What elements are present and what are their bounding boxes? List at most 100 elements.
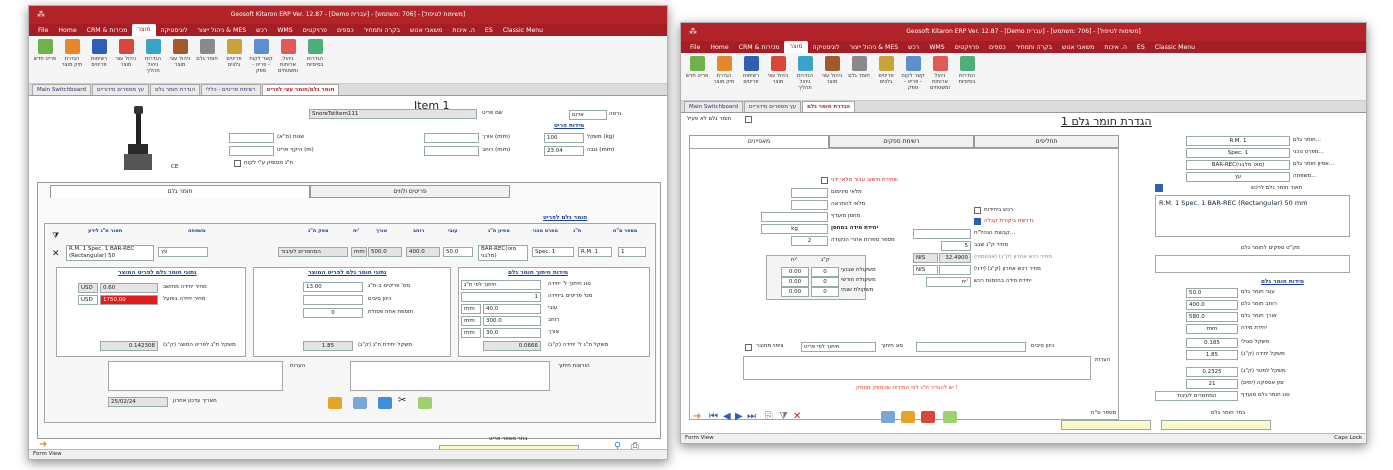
manual-price-currency[interactable]: NIS — [913, 265, 938, 275]
ribbon-tab-0[interactable]: File — [685, 44, 705, 51]
ribbon-tab-6[interactable]: רכש — [251, 27, 272, 34]
doc-tab-4[interactable]: חומר גלם/חומר עצי לפריט — [261, 84, 340, 95]
nav-first-icon[interactable]: ⏮ — [709, 411, 718, 422]
ribbon-button-4[interactable]: הגדרות ניהול תהליך — [141, 39, 165, 80]
ribbon-button-9[interactable]: ניהול ארוחות ומשטחים — [928, 56, 952, 97]
order-unit-select[interactable]: יח' — [926, 277, 971, 287]
row-family[interactable]: עץ — [158, 247, 208, 257]
delete-icon[interactable]: ✕ — [793, 411, 801, 422]
group-field[interactable]: אדום — [569, 110, 607, 120]
weight-field[interactable]: 100 — [544, 133, 584, 143]
ribbon-tab-4[interactable]: לוגיסטיקה — [808, 44, 845, 51]
ribbon-tab-3[interactable]: מוצר — [784, 41, 808, 53]
ribbon-tab-14[interactable]: Classic Menu — [1150, 44, 1200, 51]
decimals-field[interactable]: 2 — [791, 236, 828, 246]
consumption-unit[interactable]: 0.00 — [781, 277, 809, 287]
row-thick[interactable]: 50.0 — [443, 247, 473, 257]
tab-suppliers[interactable]: רשימת ספקים — [829, 135, 974, 148]
ribbon-button-6[interactable]: חומר גלם — [195, 39, 219, 80]
min-stock-field[interactable] — [791, 188, 828, 198]
char-field[interactable]: BAR-REC(מוט מלבני) — [1186, 160, 1290, 170]
rm-unit-field[interactable]: mm — [1186, 324, 1238, 334]
cut-notes-field[interactable] — [350, 361, 550, 391]
ribbon-button-3[interactable]: ניהול עצי מוצר — [114, 39, 138, 80]
ribbon-button-7[interactable]: פריטים גלווים — [874, 56, 898, 97]
manual-stock-checkbox[interactable] — [821, 177, 828, 184]
coating-checkbox[interactable] — [745, 344, 752, 351]
ribbon-tab-12[interactable]: ה. איכות — [1099, 44, 1132, 51]
grain-field[interactable] — [916, 342, 1026, 352]
notes-field[interactable] — [743, 356, 1091, 380]
spec-field[interactable]: Spec. 1 — [1186, 148, 1290, 158]
ribbon-button-1[interactable]: הגדרת תיק מוצר — [712, 56, 736, 97]
nav-prev-icon[interactable]: ◀ — [723, 411, 731, 422]
sign-icon[interactable] — [353, 397, 367, 409]
ribbon-tab-1[interactable]: Home — [53, 27, 81, 34]
ribbon-tab-12[interactable]: ה. איכות — [447, 27, 480, 34]
ribbon-button-1[interactable]: הגדרת תיק מוצר — [60, 39, 84, 80]
ribbon-button-7[interactable]: פריטים גלווים — [222, 39, 246, 80]
rm-field[interactable]: R.M. 1 — [1186, 136, 1290, 146]
ribbon-tab-3[interactable]: מוצר — [132, 24, 156, 36]
family-field[interactable]: עץ — [1186, 172, 1290, 182]
doc-tab-3[interactable]: רשימת פריטים - כללי — [201, 84, 261, 95]
app-menu-icon[interactable]: ⁂ — [37, 6, 45, 24]
filter-icon[interactable]: ⧩ — [52, 231, 59, 241]
po-icon[interactable] — [378, 397, 392, 409]
catalog-field[interactable] — [1155, 255, 1350, 273]
unit-weight-field[interactable]: 1.85 — [1186, 350, 1238, 360]
ribbon-tab-9[interactable]: כספים — [984, 44, 1011, 51]
row-rm[interactable]: R.M. 1 — [578, 247, 612, 257]
scissors-icon[interactable]: ✂ — [398, 395, 406, 406]
unit-qty-field[interactable] — [229, 133, 274, 143]
stat-icon[interactable] — [943, 411, 957, 423]
ribbon-tab-0[interactable]: File — [33, 27, 53, 34]
row-spec[interactable]: Spec. 1 — [532, 247, 574, 257]
ribbon-button-4[interactable]: הגדרות ניהול תהליך — [793, 56, 817, 97]
price-act-currency[interactable]: USD — [78, 295, 98, 305]
consumption-unit[interactable]: 0.00 — [781, 267, 809, 277]
ribbon-button-10[interactable]: הגדרות בסיסיות — [955, 56, 979, 97]
price-act-field[interactable]: 1750.00 — [100, 295, 158, 305]
extra-field[interactable]: 0 — [303, 308, 363, 318]
cut-type-select[interactable]: חיתוך לפי פריט — [801, 342, 876, 352]
new-record-icon[interactable]: ⎘ — [765, 411, 773, 422]
pieces-field[interactable]: 1 — [461, 292, 541, 302]
units-field[interactable]: 13.00 — [303, 282, 363, 292]
doc-tab-1[interactable]: עץ מספרים סידוריים — [743, 101, 802, 112]
doc-tab-2[interactable]: הגדרת חומר גלם — [802, 101, 856, 112]
length2-field[interactable]: 30.0 — [483, 328, 541, 338]
lead-time-field[interactable]: 21 — [1186, 379, 1238, 389]
consumption-unit[interactable]: 0.00 — [781, 287, 809, 297]
inspection-checkbox[interactable] — [974, 218, 981, 225]
ribbon-tab-13[interactable]: ES — [480, 27, 498, 34]
doc-tab-1[interactable]: עץ מספרים סידוריים — [91, 84, 150, 95]
exit-icon[interactable]: ➜ — [693, 411, 701, 422]
ribbon-button-8[interactable]: קשר לקוח - פריט - ספק — [249, 39, 273, 80]
ribbon-tab-7[interactable]: WMS — [924, 44, 949, 51]
ribbon-button-9[interactable]: ניהול ארוחות ומשטחים — [276, 39, 300, 80]
row-char[interactable]: BAR-REC(מוט מלבני) — [478, 245, 528, 261]
ribbon-tab-2[interactable]: CRM & מכירות — [82, 27, 133, 34]
inactive-checkbox[interactable] — [745, 116, 752, 123]
manual-price-field[interactable] — [939, 265, 971, 275]
width2-field[interactable]: 300.0 — [483, 316, 541, 326]
doc-tab-2[interactable]: הגדרת חומר גלם — [150, 84, 201, 95]
nav-next-icon[interactable]: ▶ — [735, 411, 743, 422]
ribbon-tab-5[interactable]: ניהול ייצור & MES — [845, 44, 904, 51]
search-field-2[interactable] — [1061, 420, 1151, 430]
search-field[interactable] — [1161, 420, 1271, 430]
nav-last-icon[interactable]: ⏭ — [747, 411, 756, 422]
ribbon-tab-8[interactable]: פרויקטים — [950, 44, 984, 51]
ribbon-button-8[interactable]: קשר לקוח - פריט - ספק — [901, 56, 925, 97]
accounting-field[interactable] — [913, 229, 971, 239]
app-menu-icon[interactable]: ⁂ — [689, 23, 697, 41]
tab-items[interactable]: פריטים ולווים — [310, 185, 510, 198]
ribbon-tab-13[interactable]: ES — [1132, 44, 1150, 51]
ribbon-tab-11[interactable]: משאבי אנוש — [405, 27, 447, 34]
consumption-kg[interactable]: 0 — [811, 277, 839, 287]
length-field[interactable] — [424, 133, 479, 143]
ribbon-tab-1[interactable]: Home — [705, 44, 733, 51]
ribbon-button-3[interactable]: ניהול עצי מוצר — [766, 56, 790, 97]
list-icon[interactable] — [901, 411, 915, 423]
